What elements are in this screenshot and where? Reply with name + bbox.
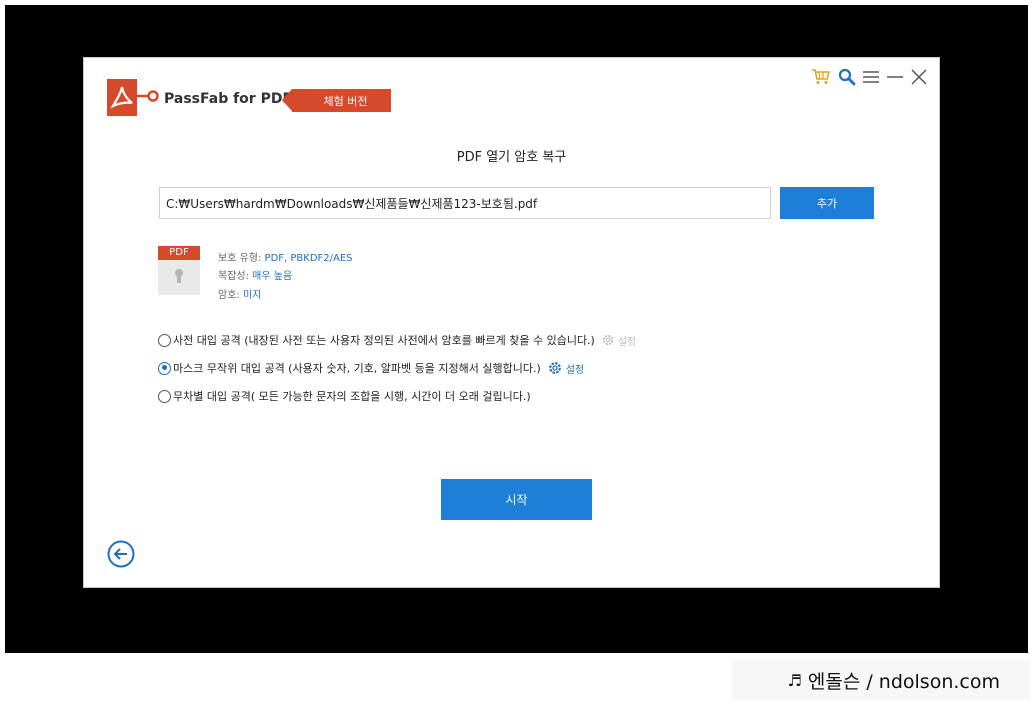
pdf-file-label: PDF	[158, 246, 200, 260]
dictionary-attack-option[interactable]: 사전 대입 공격 (내장된 사전 또는 사용자 정의된 사전에서 암호를 빠르게…	[158, 331, 636, 349]
gear-icon	[548, 362, 561, 374]
pdf-file-icon: PDF	[158, 246, 200, 295]
brute-force-attack-label: 무차별 대입 공격( 모든 가능한 문자의 조합을 시행, 시간이 더 오래 걸…	[173, 390, 531, 403]
close-icon	[911, 69, 927, 85]
key-logo-icon	[137, 90, 159, 102]
close-button[interactable]	[909, 67, 929, 87]
cart-icon	[812, 69, 831, 84]
search-button[interactable]	[837, 67, 857, 87]
page-title: PDF 열기 암호 복구	[456, 150, 567, 165]
menu-icon	[863, 71, 879, 83]
brute-force-attack-radio[interactable]	[158, 389, 171, 403]
complexity-value: 매우 높음	[252, 271, 293, 282]
dictionary-attack-label: 사전 대입 공격 (내장된 사전 또는 사용자 정의된 사전에서 암호를 빠르게…	[173, 334, 595, 347]
password-label: 암호:	[218, 290, 240, 301]
password-value: 미지	[242, 290, 262, 301]
watermark-text: 엔돌슨 / ndolson.com	[807, 670, 1000, 693]
add-file-button[interactable]: 추가	[780, 187, 874, 219]
minimize-icon	[887, 76, 903, 78]
dictionary-settings-link[interactable]: 설정	[601, 333, 636, 348]
app-window: PassFab for PDF 체험 버전 PDF 열기 암호 복구 C:₩Us…	[83, 57, 940, 588]
start-button[interactable]: 시작	[441, 479, 592, 520]
dictionary-attack-radio[interactable]	[158, 333, 171, 347]
password-row: 암호: 미지	[218, 286, 261, 301]
back-button[interactable]	[107, 540, 135, 568]
file-path-input[interactable]	[159, 187, 771, 219]
protection-type-value: PDF, PBKDF2/AES	[264, 253, 353, 264]
gear-icon	[602, 334, 613, 346]
complexity-row: 복잡성: 매우 높음	[218, 267, 292, 282]
app-title: PassFab for PDF	[164, 91, 293, 107]
protection-type-label: 보호 유형:	[218, 253, 262, 264]
mask-settings-link[interactable]: 설정	[547, 360, 584, 376]
brute-force-attack-option[interactable]: 무차별 대입 공격( 모든 가능한 문자의 조합을 시행, 시간이 더 오래 걸…	[158, 387, 531, 405]
mask-settings-label: 설정	[565, 364, 585, 376]
mask-attack-option[interactable]: 마스크 무작위 대입 공격 (사용자 숫자, 기호, 알파벳 등을 지정해서 실…	[158, 359, 584, 377]
cart-button[interactable]	[811, 67, 831, 87]
app-logo	[107, 79, 137, 116]
menu-button[interactable]	[861, 67, 881, 87]
search-icon	[838, 68, 856, 86]
mask-attack-label: 마스크 무작위 대입 공격 (사용자 숫자, 기호, 알파벳 등을 지정해서 실…	[173, 362, 541, 375]
dictionary-settings-label: 설정	[617, 336, 637, 348]
mask-attack-radio[interactable]	[158, 361, 171, 375]
protection-type-row: 보호 유형: PDF, PBKDF2/AES	[218, 249, 353, 264]
minimize-button[interactable]	[885, 67, 905, 87]
trial-version-badge: 체험 버전	[282, 89, 391, 112]
music-note-icon: ♬	[787, 670, 802, 690]
pdf-logo-icon	[110, 86, 133, 109]
complexity-label: 복잡성:	[218, 271, 249, 282]
lock-icon	[175, 269, 183, 283]
site-watermark: ♬ 엔돌슨 / ndolson.com	[732, 660, 1030, 700]
back-arrow-icon	[107, 540, 135, 568]
